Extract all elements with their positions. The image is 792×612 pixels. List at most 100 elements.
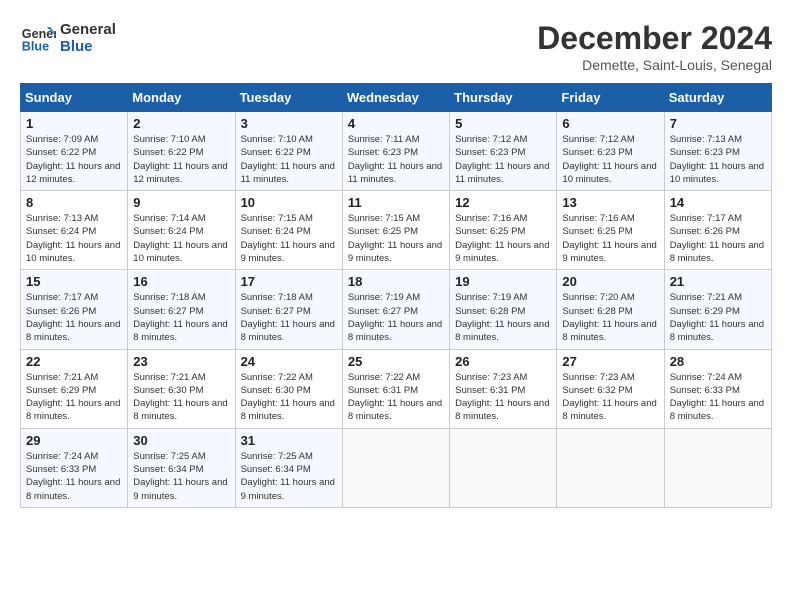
calendar-cell [342,428,449,507]
day-number: 15 [26,274,122,289]
day-info: Sunrise: 7:20 AMSunset: 6:28 PMDaylight:… [562,291,658,344]
day-info: Sunrise: 7:18 AMSunset: 6:27 PMDaylight:… [133,291,229,344]
day-number: 21 [670,274,766,289]
day-number: 27 [562,354,658,369]
logo-blue: Blue [60,38,116,55]
calendar-cell: 17 Sunrise: 7:18 AMSunset: 6:27 PMDayligh… [235,270,342,349]
day-number: 7 [670,116,766,131]
day-info: Sunrise: 7:25 AMSunset: 6:34 PMDaylight:… [133,450,229,503]
day-number: 1 [26,116,122,131]
calendar-cell: 10 Sunrise: 7:15 AMSunset: 6:24 PMDayligh… [235,191,342,270]
weekday-header-sunday: Sunday [21,84,128,112]
day-number: 5 [455,116,551,131]
calendar-cell: 4 Sunrise: 7:11 AMSunset: 6:23 PMDaylight… [342,112,449,191]
day-info: Sunrise: 7:14 AMSunset: 6:24 PMDaylight:… [133,212,229,265]
calendar-cell: 22 Sunrise: 7:21 AMSunset: 6:29 PMDayligh… [21,349,128,428]
title-block: December 2024 Demette, Saint-Louis, Sene… [537,20,772,73]
calendar-cell: 24 Sunrise: 7:22 AMSunset: 6:30 PMDayligh… [235,349,342,428]
day-number: 11 [348,195,444,210]
day-info: Sunrise: 7:15 AMSunset: 6:25 PMDaylight:… [348,212,444,265]
day-info: Sunrise: 7:19 AMSunset: 6:27 PMDaylight:… [348,291,444,344]
calendar-cell: 7 Sunrise: 7:13 AMSunset: 6:23 PMDaylight… [664,112,771,191]
day-number: 3 [241,116,337,131]
day-info: Sunrise: 7:10 AMSunset: 6:22 PMDaylight:… [133,133,229,186]
day-number: 31 [241,433,337,448]
day-number: 6 [562,116,658,131]
calendar-cell: 23 Sunrise: 7:21 AMSunset: 6:30 PMDayligh… [128,349,235,428]
calendar-cell [450,428,557,507]
day-info: Sunrise: 7:21 AMSunset: 6:29 PMDaylight:… [26,371,122,424]
day-number: 24 [241,354,337,369]
calendar-cell: 21 Sunrise: 7:21 AMSunset: 6:29 PMDayligh… [664,270,771,349]
calendar-cell: 13Sunrise: 7:16 AMSunset: 6:25 PMDayligh… [557,191,664,270]
calendar-week-1: 1 Sunrise: 7:09 AMSunset: 6:22 PMDaylight… [21,112,772,191]
weekday-header-saturday: Saturday [664,84,771,112]
calendar-cell: 18 Sunrise: 7:19 AMSunset: 6:27 PMDayligh… [342,270,449,349]
day-number: 22 [26,354,122,369]
day-number: 2 [133,116,229,131]
weekday-header-row: SundayMondayTuesdayWednesdayThursdayFrid… [21,84,772,112]
day-info: Sunrise: 7:16 AMSunset: 6:25 PMDaylight:… [455,212,551,265]
day-info: Sunrise: 7:22 AMSunset: 6:30 PMDaylight:… [241,371,337,424]
day-info: Sunrise: 7:23 AMSunset: 6:32 PMDaylight:… [562,371,658,424]
day-number: 17 [241,274,337,289]
day-info: Sunrise: 7:18 AMSunset: 6:27 PMDaylight:… [241,291,337,344]
day-number: 16 [133,274,229,289]
day-info: Sunrise: 7:21 AMSunset: 6:30 PMDaylight:… [133,371,229,424]
calendar-cell: 12 Sunrise: 7:16 AMSunset: 6:25 PMDayligh… [450,191,557,270]
day-number: 12 [455,195,551,210]
day-number: 26 [455,354,551,369]
calendar-cell: 30Sunrise: 7:25 AMSunset: 6:34 PMDayligh… [128,428,235,507]
month-title: December 2024 [537,20,772,57]
day-info: Sunrise: 7:17 AMSunset: 6:26 PMDaylight:… [26,291,122,344]
day-info: Sunrise: 7:19 AMSunset: 6:28 PMDaylight:… [455,291,551,344]
calendar-cell: 29Sunrise: 7:24 AMSunset: 6:33 PMDayligh… [21,428,128,507]
calendar-cell: 15 Sunrise: 7:17 AMSunset: 6:26 PMDayligh… [21,270,128,349]
calendar-cell [557,428,664,507]
day-number: 18 [348,274,444,289]
day-number: 10 [241,195,337,210]
logo-general: General [60,21,116,38]
calendar-cell: 26Sunrise: 7:23 AMSunset: 6:31 PMDayligh… [450,349,557,428]
day-number: 8 [26,195,122,210]
day-info: Sunrise: 7:10 AMSunset: 6:22 PMDaylight:… [241,133,337,186]
weekday-header-tuesday: Tuesday [235,84,342,112]
day-info: Sunrise: 7:16 AMSunset: 6:25 PMDaylight:… [562,212,658,265]
calendar-week-5: 29Sunrise: 7:24 AMSunset: 6:33 PMDayligh… [21,428,772,507]
logo-icon: General Blue [20,20,56,56]
day-info: Sunrise: 7:22 AMSunset: 6:31 PMDaylight:… [348,371,444,424]
day-number: 25 [348,354,444,369]
calendar-cell: 1 Sunrise: 7:09 AMSunset: 6:22 PMDaylight… [21,112,128,191]
calendar-cell: 20 Sunrise: 7:20 AMSunset: 6:28 PMDayligh… [557,270,664,349]
calendar-week-2: 8 Sunrise: 7:13 AMSunset: 6:24 PMDaylight… [21,191,772,270]
day-number: 20 [562,274,658,289]
day-number: 29 [26,433,122,448]
day-info: Sunrise: 7:09 AMSunset: 6:22 PMDaylight:… [26,133,122,186]
calendar-cell: 8 Sunrise: 7:13 AMSunset: 6:24 PMDaylight… [21,191,128,270]
day-info: Sunrise: 7:13 AMSunset: 6:23 PMDaylight:… [670,133,766,186]
day-info: Sunrise: 7:12 AMSunset: 6:23 PMDaylight:… [455,133,551,186]
day-number: 23 [133,354,229,369]
calendar-table: SundayMondayTuesdayWednesdayThursdayFrid… [20,83,772,508]
day-number: 28 [670,354,766,369]
day-number: 9 [133,195,229,210]
day-info: Sunrise: 7:11 AMSunset: 6:23 PMDaylight:… [348,133,444,186]
weekday-header-wednesday: Wednesday [342,84,449,112]
day-info: Sunrise: 7:25 AMSunset: 6:34 PMDaylight:… [241,450,337,503]
calendar-week-4: 22 Sunrise: 7:21 AMSunset: 6:29 PMDayligh… [21,349,772,428]
day-number: 4 [348,116,444,131]
calendar-cell: 11 Sunrise: 7:15 AMSunset: 6:25 PMDayligh… [342,191,449,270]
day-number: 14 [670,195,766,210]
calendar-cell: 2 Sunrise: 7:10 AMSunset: 6:22 PMDaylight… [128,112,235,191]
calendar-cell: 28 Sunrise: 7:24 AMSunset: 6:33 PMDayligh… [664,349,771,428]
calendar-cell: 6Sunrise: 7:12 AMSunset: 6:23 PMDaylight… [557,112,664,191]
day-info: Sunrise: 7:21 AMSunset: 6:29 PMDaylight:… [670,291,766,344]
day-info: Sunrise: 7:13 AMSunset: 6:24 PMDaylight:… [26,212,122,265]
day-info: Sunrise: 7:15 AMSunset: 6:24 PMDaylight:… [241,212,337,265]
calendar-week-3: 15 Sunrise: 7:17 AMSunset: 6:26 PMDayligh… [21,270,772,349]
day-number: 19 [455,274,551,289]
calendar-cell: 5 Sunrise: 7:12 AMSunset: 6:23 PMDaylight… [450,112,557,191]
calendar-cell: 3 Sunrise: 7:10 AMSunset: 6:22 PMDaylight… [235,112,342,191]
day-info: Sunrise: 7:24 AMSunset: 6:33 PMDaylight:… [670,371,766,424]
calendar-cell: 9 Sunrise: 7:14 AMSunset: 6:24 PMDaylight… [128,191,235,270]
